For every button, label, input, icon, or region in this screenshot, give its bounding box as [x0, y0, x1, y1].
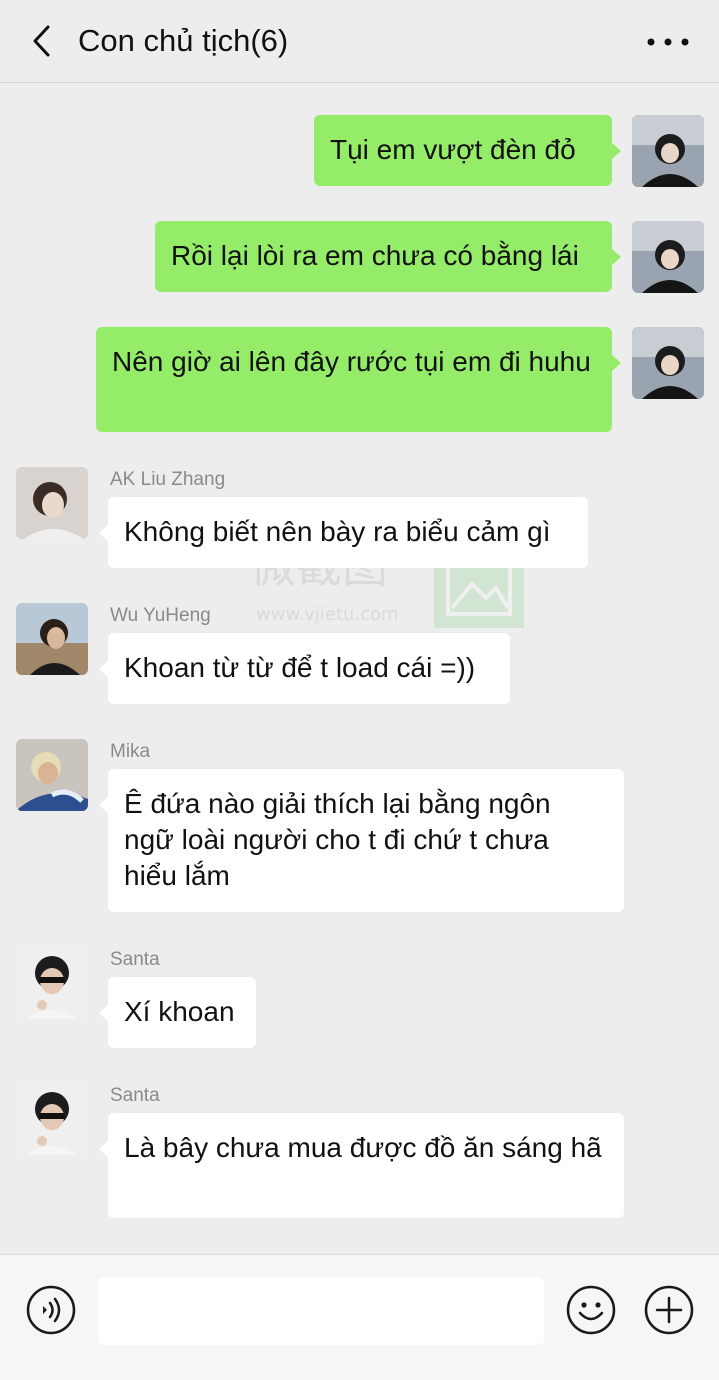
watermark-url: www.vjietu.com	[256, 604, 399, 625]
sender-name: Mika	[110, 741, 151, 762]
chat-title: Con chủ tịch(6)	[78, 23, 289, 58]
sender-name: AK Liu Zhang	[110, 469, 226, 490]
sender-avatar[interactable]	[16, 603, 88, 675]
sender-avatar[interactable]	[16, 1083, 88, 1155]
message-input[interactable]	[98, 1277, 544, 1345]
message-bubble[interactable]: Là bây chưa mua được đồ ăn sáng hã	[99, 1113, 624, 1218]
message-bubble[interactable]: Khoan từ từ để t load cái =))	[99, 633, 510, 704]
sender-avatar[interactable]	[16, 467, 88, 539]
input-bar	[0, 1254, 719, 1380]
emoji-icon[interactable]	[566, 1285, 616, 1335]
sender-name: Santa	[110, 1085, 160, 1106]
my-avatar[interactable]	[632, 221, 704, 293]
more-options-icon[interactable]	[643, 30, 693, 54]
my-avatar[interactable]	[632, 115, 704, 187]
sender-avatar[interactable]	[16, 739, 88, 811]
my-message-bubble[interactable]: Rồi lại lòi ra em chưa có bằng lái	[155, 221, 621, 292]
message-bubble[interactable]: Ê đứa nào giải thích lại bằng ngôn ngữ l…	[99, 769, 624, 912]
chat-header: Con chủ tịch(6)	[0, 0, 719, 83]
back-arrow-icon[interactable]	[26, 22, 58, 60]
message-bubble[interactable]: Xí khoan	[99, 977, 256, 1048]
add-attachment-icon[interactable]	[644, 1285, 694, 1335]
voice-input-icon[interactable]	[26, 1285, 76, 1335]
my-avatar[interactable]	[632, 327, 704, 399]
message-bubble[interactable]: Không biết nên bày ra biểu cảm gì	[99, 497, 588, 568]
sender-avatar[interactable]	[16, 947, 88, 1019]
sender-name: Wu YuHeng	[110, 605, 211, 626]
sender-name: Santa	[110, 949, 160, 970]
my-message-bubble[interactable]: Nên giờ ai lên đây rước tụi em đi huhu	[96, 327, 621, 432]
my-message-bubble[interactable]: Tụi em vượt đèn đỏ	[314, 115, 621, 186]
